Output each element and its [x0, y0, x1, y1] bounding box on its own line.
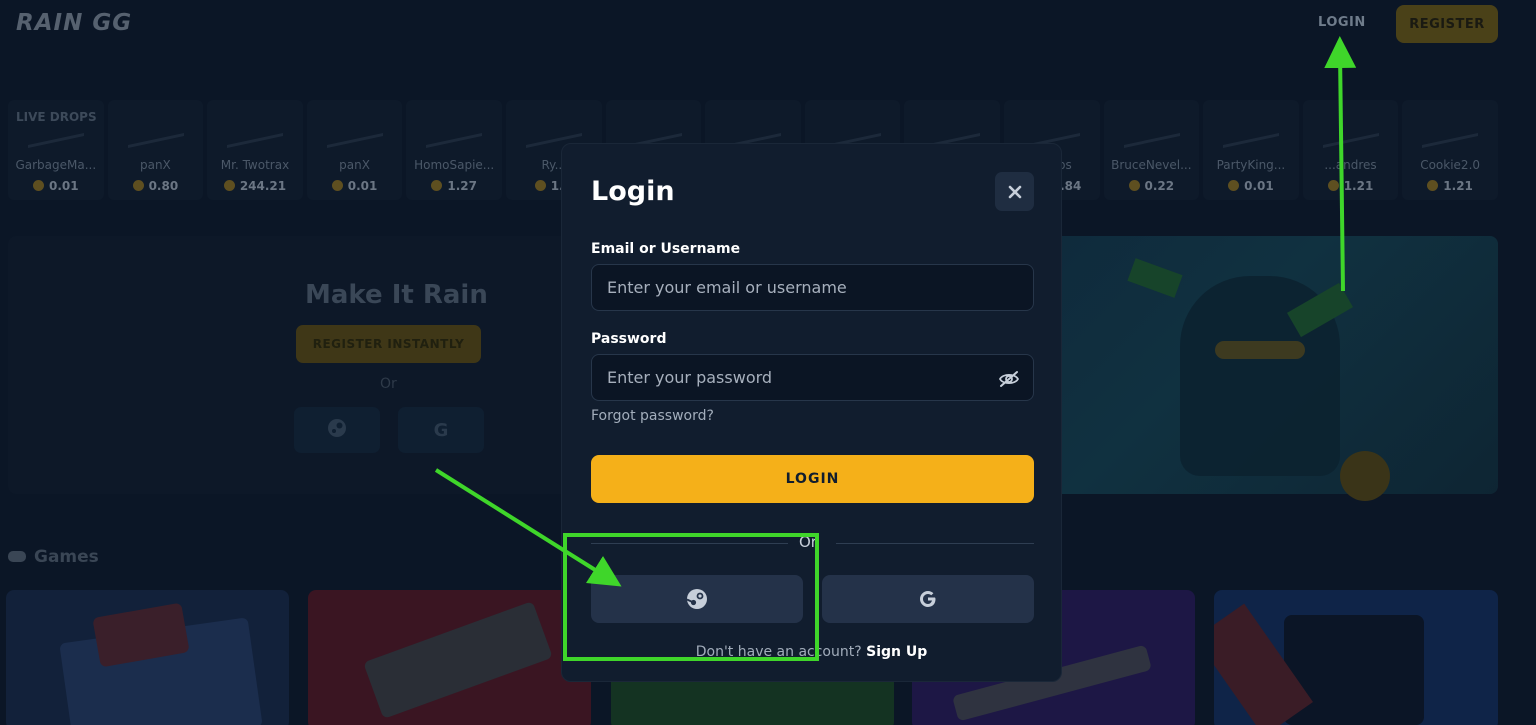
live-drop-card[interactable]: ...andres 1.21 — [1302, 100, 1399, 200]
drop-value: 1.21 — [1303, 179, 1399, 193]
steam-login-button[interactable] — [591, 575, 803, 623]
item-thumbnail — [1322, 106, 1379, 148]
coin-icon — [534, 180, 546, 191]
modal-title: Login — [591, 176, 675, 207]
eye-off-icon — [998, 371, 1020, 387]
forgot-password-link[interactable]: Forgot password? — [591, 408, 714, 424]
drop-username: Mr. Twotrax — [220, 158, 290, 172]
hero-google-button[interactable]: G — [398, 407, 484, 453]
live-drop-card[interactable]: panX 0.80 — [107, 100, 204, 200]
item-thumbnail — [227, 106, 284, 148]
item-thumbnail — [924, 106, 981, 148]
login-submit-button[interactable]: LOGIN — [591, 455, 1034, 503]
google-icon — [920, 591, 936, 607]
live-drop-card[interactable]: HomoSapie... 1.27 — [406, 100, 502, 200]
live-drop-card[interactable]: Mr. Twotrax 244.21 — [207, 100, 303, 200]
drop-username: BruceNevel... — [1111, 158, 1192, 172]
drop-username: Cookie2.0 — [1420, 158, 1481, 172]
drop-username: GarbageMa... — [15, 158, 97, 172]
brand-logo[interactable]: RAIN GG — [16, 10, 132, 36]
live-drops-label: LIVE DROPS — [16, 110, 97, 124]
item-thumbnail — [625, 106, 682, 148]
hero-register-button[interactable]: REGISTER INSTANTLY — [296, 325, 481, 363]
signup-prompt: Don't have an account? — [695, 644, 862, 660]
drop-value: 0.22 — [1104, 179, 1200, 193]
item-thumbnail — [525, 106, 582, 148]
drop-username: PartyKing... — [1216, 158, 1286, 172]
drop-value: 244.21 — [207, 179, 303, 193]
coin-icon — [1228, 180, 1240, 191]
drop-username: panX — [139, 158, 171, 172]
games-section-title: Games — [8, 547, 99, 567]
email-label: Email or Username — [591, 241, 741, 257]
steam-icon — [686, 589, 707, 609]
hero-title: Make It Rain — [305, 280, 488, 310]
drop-username: ...andres — [1324, 158, 1377, 172]
hero-steam-button[interactable] — [294, 407, 380, 453]
live-drop-card[interactable]: PartyKing... 0.01 — [1203, 100, 1299, 200]
nav-register-button[interactable]: REGISTER — [1396, 5, 1498, 43]
item-thumbnail — [326, 106, 383, 148]
password-input[interactable] — [591, 354, 1034, 401]
toggle-password-visibility[interactable] — [994, 364, 1024, 394]
live-drop-card[interactable]: BruceNevel... 0.22 — [1103, 100, 1200, 200]
email-input[interactable] — [591, 264, 1034, 311]
divider-line-right — [836, 543, 1034, 544]
drop-username: HomoSapie... — [414, 158, 495, 172]
item-thumbnail — [1123, 106, 1180, 148]
hero-illustration — [1040, 236, 1498, 501]
item-thumbnail — [127, 106, 184, 148]
coin-icon — [431, 180, 443, 191]
game-card[interactable] — [308, 590, 591, 725]
nav-login-link[interactable]: LOGIN — [1318, 15, 1366, 30]
game-card[interactable] — [1214, 590, 1498, 725]
coin-icon — [132, 180, 144, 191]
google-login-button[interactable] — [822, 575, 1034, 623]
password-label: Password — [591, 331, 667, 347]
steam-icon — [328, 418, 346, 437]
hero-or-label: Or — [380, 376, 397, 392]
coin-icon — [1327, 180, 1339, 191]
divider-or-text: Or — [799, 533, 817, 551]
item-thumbnail — [1023, 106, 1080, 148]
drop-value: 0.80 — [108, 179, 204, 193]
drop-value: 1.21 — [1402, 179, 1498, 193]
gamepad-icon — [8, 551, 26, 562]
live-drop-card[interactable]: panX 0.01 — [306, 100, 403, 200]
google-icon: G — [433, 419, 449, 441]
item-thumbnail — [1223, 106, 1280, 148]
coin-icon — [32, 180, 44, 191]
item-thumbnail — [1422, 106, 1479, 148]
drop-value: 0.01 — [1203, 179, 1299, 193]
signup-link[interactable]: Sign Up — [866, 644, 927, 660]
live-drop-card[interactable]: Cookie2.0 1.21 — [1402, 100, 1498, 200]
drop-value: 0.01 — [307, 179, 403, 193]
item-thumbnail — [725, 106, 782, 148]
close-icon — [1008, 185, 1021, 198]
signup-row: Don't have an account? Sign Up — [562, 644, 1061, 660]
drop-value: 1.27 — [406, 179, 502, 193]
game-card[interactable] — [6, 590, 289, 725]
coin-icon — [223, 180, 235, 191]
coin-icon — [1128, 180, 1140, 191]
drop-value: 0.01 — [8, 179, 104, 193]
drop-username: panX — [339, 158, 370, 172]
login-modal: Login Email or Username Password Forgot … — [561, 143, 1062, 682]
close-button[interactable] — [995, 172, 1034, 211]
coin-icon — [331, 180, 343, 191]
item-thumbnail — [824, 106, 881, 148]
divider-line-left — [591, 543, 788, 544]
coin-icon — [1427, 180, 1439, 191]
item-thumbnail — [426, 106, 483, 148]
